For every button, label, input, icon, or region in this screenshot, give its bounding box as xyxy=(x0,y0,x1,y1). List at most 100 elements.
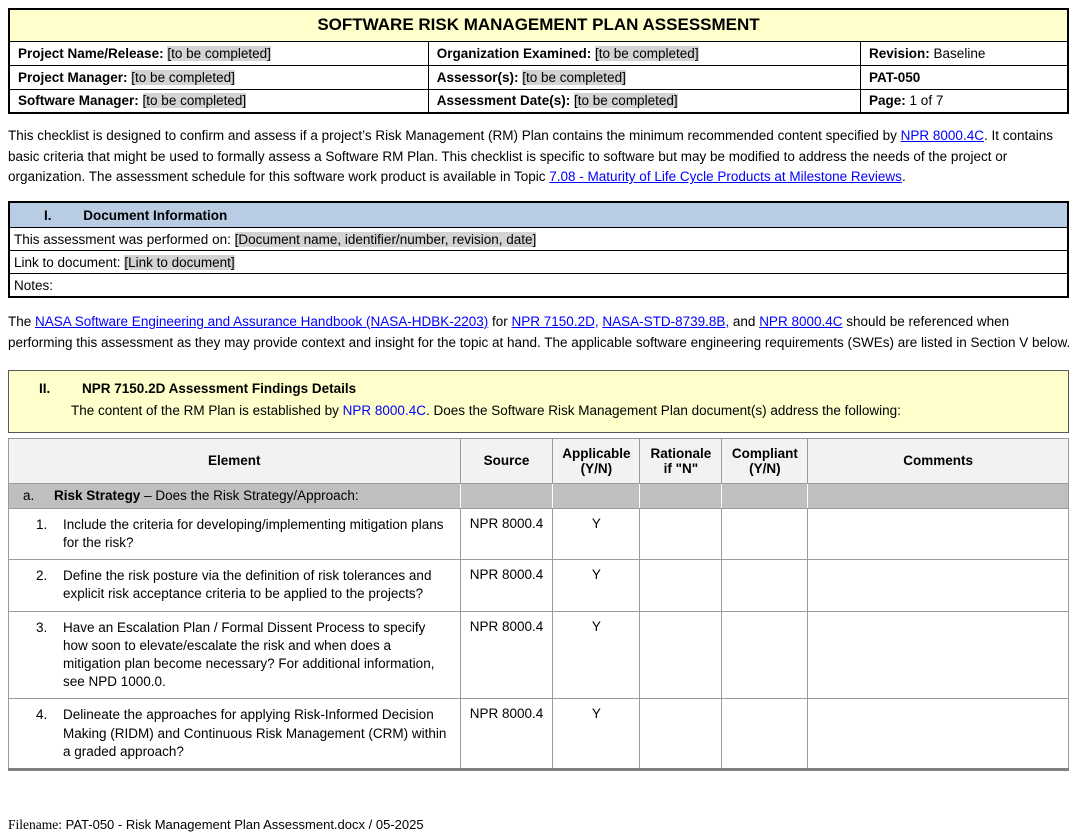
software-manager-field[interactable]: [to be completed] xyxy=(143,93,247,108)
link-npr-8000-4c-2[interactable]: NPR 8000.4C xyxy=(759,314,842,329)
link-npr-7150-2d[interactable]: NPR 7150.2D, xyxy=(512,314,599,329)
item-rationale-cell[interactable] xyxy=(640,508,722,559)
item-comments-cell[interactable] xyxy=(808,560,1069,611)
table-row: Project Manager: [to be completed] Asses… xyxy=(9,65,1068,89)
intro-text: . xyxy=(902,169,906,184)
filename-label: Filename: xyxy=(8,817,62,832)
page-title: SOFTWARE RISK MANAGEMENT PLAN ASSESSMENT xyxy=(9,9,1068,41)
item-number: 3. xyxy=(36,619,63,692)
item-number: 4. xyxy=(36,706,63,761)
assessment-dates-field[interactable]: [to be completed] xyxy=(574,93,678,108)
section2-heading: NPR 7150.2D Assessment Findings Details xyxy=(82,381,356,396)
item-source: NPR 8000.4 xyxy=(460,699,553,770)
table-row: Link to document: [Link to document] xyxy=(9,251,1068,274)
findings-header-row: Element Source Applicable (Y/N) Rational… xyxy=(9,438,1069,483)
item-applicable-cell[interactable]: Y xyxy=(553,611,640,699)
column-header-rationale: Rationale if "N" xyxy=(640,438,722,483)
project-manager-field[interactable]: [to be completed] xyxy=(131,70,235,85)
footer: Filename: PAT-050 - Risk Management Plan… xyxy=(8,817,1069,833)
pat-number: PAT-050 xyxy=(869,70,920,85)
item-rationale-cell[interactable] xyxy=(640,611,722,699)
assessment-dates-label: Assessment Date(s): xyxy=(437,93,571,108)
column-header-applicable: Applicable (Y/N) xyxy=(553,438,640,483)
item-applicable-cell[interactable]: Y xyxy=(553,560,640,611)
section2-title-line: II. NPR 7150.2D Assessment Findings Deta… xyxy=(9,379,1062,399)
document-page: SOFTWARE RISK MANAGEMENT PLAN ASSESSMENT… xyxy=(0,0,1076,833)
page-value: 1 of 7 xyxy=(910,93,944,108)
document-information-table: I. Document Information This assessment … xyxy=(8,201,1069,298)
intro-paragraph: This checklist is designed to confirm an… xyxy=(8,126,1071,188)
item-number: 2. xyxy=(36,567,63,603)
column-header-source: Source xyxy=(460,438,553,483)
item-compliant-cell[interactable] xyxy=(722,699,808,770)
link-nasa-hdbk-2203[interactable]: NASA Software Engineering and Assurance … xyxy=(35,314,488,329)
item-source: NPR 8000.4 xyxy=(460,508,553,559)
group-letter: a. xyxy=(23,488,34,503)
section2-subtitle: The content of the RM Plan is establishe… xyxy=(71,401,1062,421)
item-applicable-cell[interactable]: Y xyxy=(553,508,640,559)
item-text: Delineate the approaches for applying Ri… xyxy=(63,706,450,761)
item-source: NPR 8000.4 xyxy=(460,611,553,699)
group-row-risk-strategy: a. Risk Strategy – Does the Risk Strateg… xyxy=(9,483,1069,508)
link-nasa-std-8739-8b[interactable]: NASA-STD-8739.8B, xyxy=(602,314,729,329)
item-source: NPR 8000.4 xyxy=(460,560,553,611)
section1-header: I. Document Information xyxy=(9,202,1068,228)
section2-header-box: II. NPR 7150.2D Assessment Findings Deta… xyxy=(8,370,1069,433)
organization-examined-field[interactable]: [to be completed] xyxy=(595,46,699,61)
link-topic-7-08[interactable]: 7.08 - Maturity of Life Cycle Products a… xyxy=(549,169,902,184)
reference-paragraph: The NASA Software Engineering and Assura… xyxy=(8,312,1071,353)
group-suffix: – Does the Risk Strategy/Approach: xyxy=(140,488,358,503)
group-title: Risk Strategy xyxy=(54,488,140,503)
section2-subtitle-text: The content of the RM Plan is establishe… xyxy=(71,403,343,418)
section2-subtitle-text: . Does the Software Risk Management Plan… xyxy=(426,403,901,418)
item-comments-cell[interactable] xyxy=(808,699,1069,770)
project-info-table: SOFTWARE RISK MANAGEMENT PLAN ASSESSMENT… xyxy=(8,8,1069,114)
section2-number: II. xyxy=(39,381,50,396)
item-rationale-cell[interactable] xyxy=(640,699,722,770)
reference-text: for xyxy=(488,314,511,329)
item-applicable-cell[interactable]: Y xyxy=(553,699,640,770)
assessor-label: Assessor(s): xyxy=(437,70,519,85)
page-label: Page: xyxy=(869,93,906,108)
table-row: Software Manager: [to be completed] Asse… xyxy=(9,89,1068,113)
section1-number: I. xyxy=(44,208,52,223)
item-comments-cell[interactable] xyxy=(808,508,1069,559)
item-compliant-cell[interactable] xyxy=(722,611,808,699)
findings-table: Element Source Applicable (Y/N) Rational… xyxy=(8,438,1069,771)
column-header-comments: Comments xyxy=(808,438,1069,483)
table-row-item-4: 4. Delineate the approaches for applying… xyxy=(9,699,1069,770)
item-text: Define the risk posture via the definiti… xyxy=(63,567,450,603)
revision-label: Revision: xyxy=(869,46,930,61)
item-compliant-cell[interactable] xyxy=(722,508,808,559)
notes-label: Notes: xyxy=(14,278,53,293)
table-row: Project Name/Release: [to be completed] … xyxy=(9,41,1068,65)
column-header-compliant: Compliant (Y/N) xyxy=(722,438,808,483)
item-comments-cell[interactable] xyxy=(808,611,1069,699)
item-rationale-cell[interactable] xyxy=(640,560,722,611)
project-manager-label: Project Manager: xyxy=(18,70,128,85)
item-compliant-cell[interactable] xyxy=(722,560,808,611)
reference-text: and xyxy=(729,314,759,329)
revision-value: Baseline xyxy=(934,46,986,61)
link-to-document-field[interactable]: [Link to document] xyxy=(124,255,234,270)
organization-examined-label: Organization Examined: xyxy=(437,46,592,61)
reference-text: The xyxy=(8,314,35,329)
table-row-item-1: 1. Include the criteria for developing/i… xyxy=(9,508,1069,559)
section1-heading: Document Information xyxy=(83,208,227,223)
filename-value: PAT-050 - Risk Management Plan Assessmen… xyxy=(66,817,424,832)
performed-on-label: This assessment was performed on: xyxy=(14,232,231,247)
column-header-element: Element xyxy=(9,438,461,483)
link-npr-8000-4c[interactable]: NPR 8000.4C xyxy=(901,128,984,143)
table-row-item-2: 2. Define the risk posture via the defin… xyxy=(9,560,1069,611)
performed-on-field[interactable]: [Document name, identifier/number, revis… xyxy=(235,232,537,247)
table-row: Notes: xyxy=(9,274,1068,297)
link-npr-8000-4c-3[interactable]: NPR 8000.4C xyxy=(343,403,426,418)
project-name-field[interactable]: [to be completed] xyxy=(167,46,271,61)
item-number: 1. xyxy=(36,516,63,552)
intro-text: This checklist is designed to confirm an… xyxy=(8,128,901,143)
item-text: Have an Escalation Plan / Formal Dissent… xyxy=(63,619,450,692)
item-text: Include the criteria for developing/impl… xyxy=(63,516,450,552)
project-name-label: Project Name/Release: xyxy=(18,46,164,61)
table-row-item-3: 3. Have an Escalation Plan / Formal Diss… xyxy=(9,611,1069,699)
assessor-field[interactable]: [to be completed] xyxy=(522,70,626,85)
